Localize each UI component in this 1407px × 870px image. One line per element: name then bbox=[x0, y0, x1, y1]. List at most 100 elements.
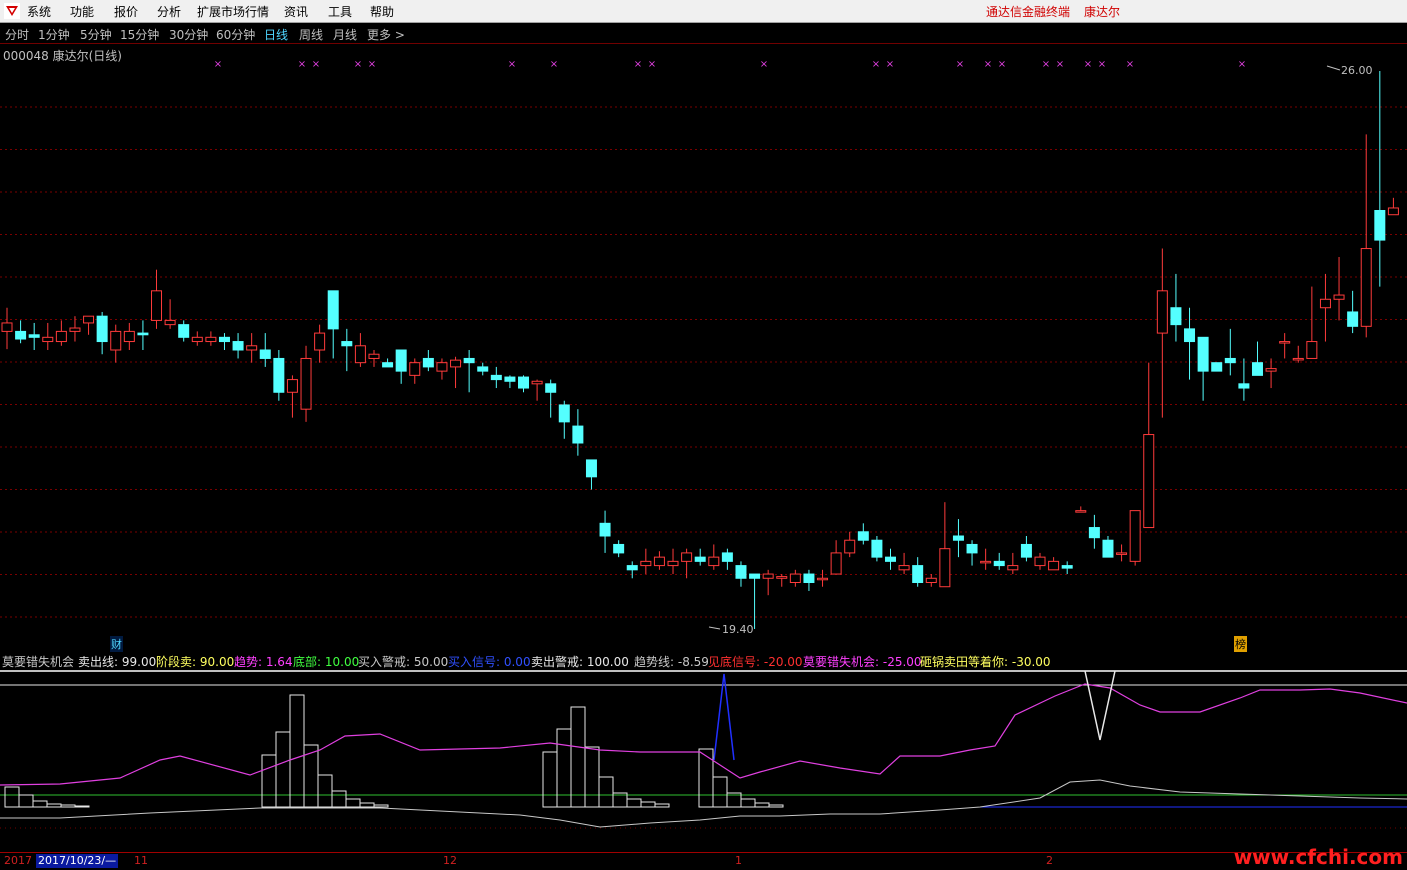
current-date-box[interactable]: 2017/10/23/— bbox=[36, 854, 119, 868]
candle-up bbox=[708, 556, 720, 567]
candle-up bbox=[1387, 207, 1399, 216]
x-marker-icon: × bbox=[312, 59, 320, 70]
candle-up bbox=[681, 552, 693, 562]
candlestick-chart[interactable]: × × × × × × × × × × × × × × × × × × × × × 26.00 19.40 bbox=[0, 44, 1407, 651]
candle-down bbox=[952, 535, 964, 541]
period-1min[interactable]: 1分钟 bbox=[38, 26, 70, 43]
menu-news[interactable]: 资讯 bbox=[284, 3, 308, 20]
indicator-bar bbox=[768, 804, 784, 808]
high-price-annotation: 26.00 bbox=[1326, 64, 1373, 77]
indicator-bar bbox=[542, 751, 558, 808]
candle-down bbox=[694, 556, 706, 562]
menu-tools[interactable]: 工具 bbox=[328, 3, 352, 20]
candle-up bbox=[286, 379, 298, 393]
candle-up bbox=[1333, 294, 1345, 300]
candle-down bbox=[966, 543, 978, 554]
menu-quote[interactable]: 报价 bbox=[114, 3, 138, 20]
ranking-badge[interactable]: 榜 bbox=[1234, 636, 1247, 652]
trend-line-gray bbox=[0, 779, 1407, 828]
candle-up bbox=[205, 336, 217, 343]
candle-down bbox=[1170, 307, 1182, 326]
period-more[interactable]: 更多 > bbox=[367, 26, 405, 43]
candle-up bbox=[450, 359, 462, 368]
candle-up bbox=[110, 330, 122, 351]
candle-up bbox=[436, 362, 448, 372]
indicator-legend: 莫要错失机会 卖出线: 99.00 阶段卖: 90.00 趋势: 1.64 底部… bbox=[0, 652, 1407, 669]
candle-down bbox=[327, 290, 339, 330]
period-weekly[interactable]: 周线 bbox=[299, 26, 323, 43]
candle-down bbox=[572, 425, 584, 444]
x-marker-icon: × bbox=[956, 59, 964, 70]
candle-up bbox=[1292, 357, 1304, 361]
candle-up bbox=[246, 345, 258, 351]
time-axis-year: 2017 bbox=[4, 854, 32, 867]
candle-down bbox=[395, 349, 407, 372]
candle-up bbox=[1306, 341, 1318, 359]
period-monthly[interactable]: 月线 bbox=[333, 26, 357, 43]
indicator-bar bbox=[640, 801, 656, 808]
x-marker-icon: × bbox=[550, 59, 558, 70]
x-marker-icon: × bbox=[1126, 59, 1134, 70]
indicator-bar bbox=[740, 798, 756, 808]
candle-up bbox=[1156, 290, 1168, 334]
candle-down bbox=[1347, 311, 1359, 327]
candle-up bbox=[980, 560, 992, 564]
x-marker-icon: × bbox=[886, 59, 894, 70]
candle-down bbox=[1197, 336, 1209, 372]
time-axis-month-1: 1 bbox=[735, 854, 742, 867]
candle-up bbox=[354, 345, 366, 364]
menu-system[interactable]: 系统 bbox=[27, 3, 51, 20]
candle-up bbox=[1319, 298, 1331, 309]
candle-down bbox=[1088, 527, 1100, 539]
candle-down bbox=[585, 459, 597, 478]
candle-up bbox=[300, 357, 312, 410]
period-5min[interactable]: 5分钟 bbox=[80, 26, 112, 43]
indicator-bar bbox=[698, 748, 714, 808]
candle-down bbox=[884, 556, 896, 562]
menu-function[interactable]: 功能 bbox=[70, 3, 94, 20]
finance-badge[interactable]: 财 bbox=[110, 636, 123, 652]
candle-down bbox=[735, 565, 747, 579]
candle-up bbox=[1279, 341, 1291, 344]
indicator-bar bbox=[345, 798, 361, 808]
candle-down bbox=[1020, 543, 1032, 558]
period-30min[interactable]: 30分钟 bbox=[169, 26, 208, 43]
candle-down bbox=[422, 357, 434, 368]
candle-up bbox=[817, 577, 829, 581]
candle-up bbox=[151, 290, 163, 321]
high-price-label: 26.00 bbox=[1341, 64, 1373, 77]
x-marker-icon: × bbox=[1056, 59, 1064, 70]
indicator-bar bbox=[4, 786, 20, 808]
indicator-bar bbox=[373, 804, 389, 808]
candle-down bbox=[1211, 362, 1223, 372]
candle-up bbox=[531, 380, 543, 385]
menu-analysis[interactable]: 分析 bbox=[157, 3, 181, 20]
x-marker-icon: × bbox=[368, 59, 376, 70]
period-60min[interactable]: 60分钟 bbox=[216, 26, 255, 43]
candle-up bbox=[1129, 510, 1141, 562]
candle-down bbox=[504, 376, 516, 382]
candle-down bbox=[993, 560, 1005, 567]
indicator-bar bbox=[60, 804, 76, 808]
candle-down bbox=[218, 336, 230, 343]
candle-down bbox=[749, 573, 761, 579]
indicator-bar bbox=[598, 776, 614, 808]
candle-down bbox=[490, 374, 502, 381]
candle-up bbox=[762, 573, 774, 579]
candle-down bbox=[871, 539, 883, 558]
x-marker-icon: × bbox=[508, 59, 516, 70]
period-daily[interactable]: 日线 bbox=[264, 26, 288, 43]
candle-down bbox=[1061, 565, 1073, 569]
candle-up bbox=[844, 539, 856, 554]
x-marker-icon: × bbox=[1238, 59, 1246, 70]
candle-down bbox=[1238, 383, 1250, 389]
menu-help[interactable]: 帮助 bbox=[370, 3, 394, 20]
indicator-chart[interactable] bbox=[0, 668, 1407, 852]
period-15min[interactable]: 15分钟 bbox=[120, 26, 159, 43]
menu-extended-market[interactable]: 扩展市场行情 bbox=[197, 3, 269, 20]
indicator-bar bbox=[712, 776, 728, 808]
period-intraday[interactable]: 分时 bbox=[5, 26, 29, 43]
candle-up bbox=[667, 560, 679, 567]
candle-up bbox=[314, 332, 326, 351]
indicator-bar bbox=[46, 803, 62, 808]
